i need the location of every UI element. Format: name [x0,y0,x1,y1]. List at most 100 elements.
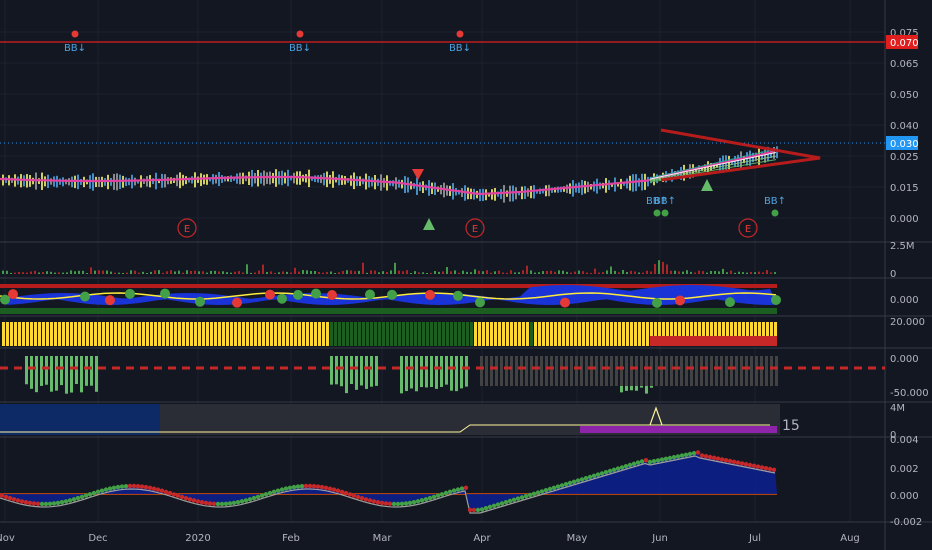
volume-bar [274,272,276,274]
osc2-bar [578,322,581,346]
osc3-bar [700,356,703,386]
volume-bar [474,269,476,274]
pane-axis-tick: 0.002 [890,464,919,475]
osc2-bar [418,322,421,346]
osc2-bar [590,322,593,346]
price-axis-tick: 0.040 [890,121,919,132]
osc5-dot [355,494,361,500]
osc1-dot [365,289,375,300]
osc2-red-band [650,336,777,346]
osc2-bar [374,322,377,346]
osc2-bar [218,322,221,346]
osc5-dot [283,486,289,491]
osc1-dot [771,294,781,305]
osc5-dot [359,496,365,501]
osc5-dot [595,472,601,477]
osc5-dot [763,466,769,471]
osc2-bar [182,322,185,346]
osc3-bar [75,356,78,385]
osc5-dot [551,485,557,490]
volume-bar [258,270,260,274]
osc2-bar [322,322,325,346]
osc5-dot [211,501,217,506]
osc5-dot [643,458,649,463]
volume-bar [702,271,704,274]
osc5-dot [123,484,129,489]
osc3-bar [60,356,63,386]
osc3-bar [605,356,608,386]
osc5-dot [207,501,213,506]
volume-bar [162,272,164,274]
osc2-bar [390,322,393,346]
osc2-bar [422,322,425,346]
volume-bar [86,273,88,274]
osc2-bar [634,322,637,346]
volume-bar [434,271,436,274]
osc2-bar [310,322,313,346]
osc2-bar [358,322,361,346]
osc5-dot [191,498,197,503]
osc5-dot [663,456,669,461]
volume-bar [386,272,388,274]
volume-bar [362,262,364,274]
osc2-bar [542,322,545,346]
osc5-dot [523,494,529,499]
volume-bar [366,272,368,274]
time-axis-tick: Mar [373,533,393,544]
volume-bar [542,271,544,274]
volume-bar [186,270,188,274]
osc3-bar [715,356,718,386]
osc2-bar [558,322,561,346]
osc5-dot [423,497,429,502]
volume-bar [430,272,432,274]
osc2-bar [286,322,289,346]
volume-bar [746,272,748,274]
bb-up-dot [653,209,661,217]
osc3-bar [560,356,563,386]
osc4-bg-blue [0,404,160,435]
osc2-bar [26,322,29,346]
osc3-bar [95,356,98,392]
osc5-dot [263,492,269,497]
osc2-bar [446,322,449,346]
osc3-bar [750,356,753,386]
osc5-dot [687,451,693,457]
volume-bar [750,272,752,274]
volume-bar [82,270,84,274]
volume-bar [566,271,568,274]
volume-bar [130,270,132,274]
osc2-bar [150,322,153,346]
osc2-bar [50,322,53,346]
osc3-bar [550,356,553,386]
osc5-dot [63,499,69,504]
volume-bar [738,271,740,274]
volume-bar [550,270,552,274]
osc1-dot [725,297,735,308]
osc2-bar [98,322,101,346]
osc2-bar [314,322,317,346]
osc5-dot [235,500,241,505]
osc2-bar [562,322,565,346]
volume-bar [706,272,708,274]
bb-down-dot [456,30,464,38]
osc2-bar [238,322,241,346]
osc3-bar [70,356,73,393]
volume-bar [762,272,764,274]
osc2-bar [170,322,173,346]
bb-down-label: BB↓ [289,43,311,54]
osc5-dot [379,500,385,506]
osc2-bar [294,322,297,346]
osc3-bar [480,356,483,386]
volume-bar [742,272,744,274]
osc5-dot [243,498,249,503]
osc5-dot [251,495,257,501]
volume-bar [294,267,296,274]
volume-bar [234,271,236,274]
osc3-bar [530,356,533,386]
volume-bar [78,270,80,274]
osc5-dot [627,462,633,468]
osc3-bar [600,356,603,386]
volume-bar [70,270,72,274]
osc2-bar [242,322,245,346]
osc2-bar [70,322,73,346]
